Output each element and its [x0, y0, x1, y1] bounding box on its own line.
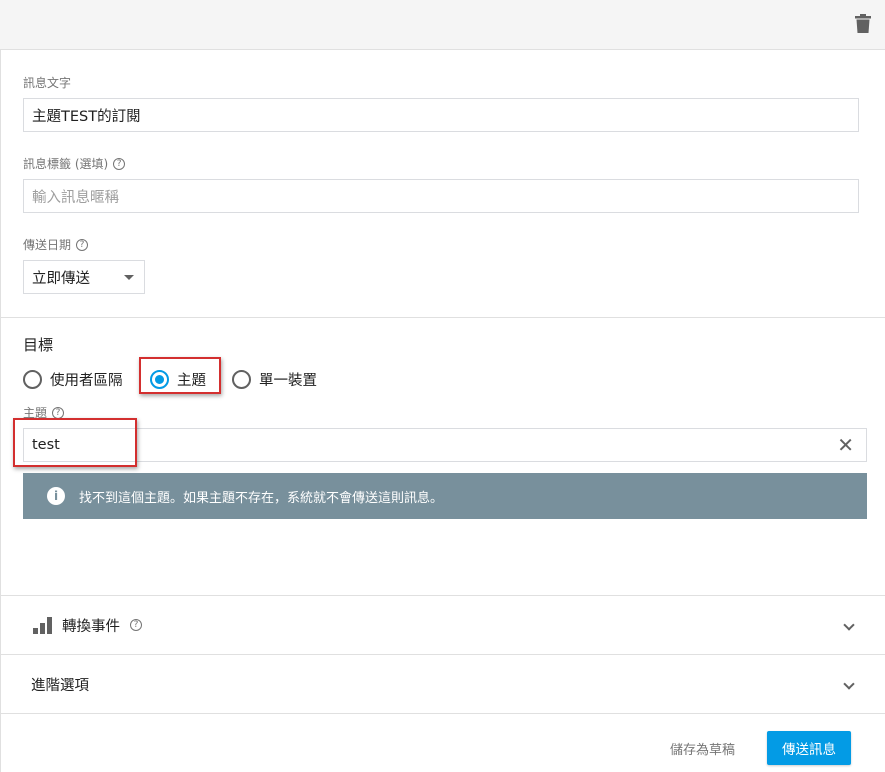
trash-icon[interactable] [855, 14, 871, 34]
caret-down-icon [124, 274, 134, 280]
conversion-events-expander[interactable]: 轉換事件 ? [0, 596, 885, 654]
radio-icon[interactable] [23, 370, 42, 389]
conversion-events-header: 轉換事件 ? [33, 615, 142, 636]
divider [0, 713, 885, 714]
topic-input[interactable]: test ✕ [23, 428, 867, 462]
radio-single-device[interactable]: 單一裝置 [232, 369, 317, 390]
highlight-box-topic-input [13, 418, 137, 467]
highlight-box-topic-radio [139, 357, 221, 394]
message-label-label: 訊息標籤 (選填) ? [23, 155, 126, 172]
send-date-label: 傳送日期 ? [23, 236, 89, 253]
help-icon[interactable]: ? [76, 238, 89, 251]
message-label-input[interactable]: 輸入訊息暱稱 [23, 179, 859, 213]
top-bar [0, 0, 885, 50]
message-text-label: 訊息文字 [23, 76, 72, 90]
save-draft-button[interactable]: 儲存為草稿 [670, 739, 735, 758]
warning-banner: i 找不到這個主題。如果主題不存在，系統就不會傳送這則訊息。 [23, 473, 867, 519]
divider [0, 317, 885, 318]
advanced-options-expander[interactable]: 進階選項 [0, 655, 885, 713]
chevron-down-icon[interactable] [843, 678, 855, 690]
radio-icon[interactable] [232, 370, 251, 389]
target-title: 目標 [23, 336, 54, 354]
radio-user-segment[interactable]: 使用者區隔 [23, 369, 123, 390]
send-message-button[interactable]: 傳送訊息 [767, 731, 851, 765]
chevron-down-icon[interactable] [843, 619, 855, 631]
help-icon[interactable]: ? [130, 619, 142, 631]
info-icon: i [47, 487, 65, 505]
help-icon[interactable]: ? [52, 406, 65, 419]
message-text-input[interactable]: 主題TEST的訂閱 [23, 98, 859, 132]
help-icon[interactable]: ? [113, 157, 126, 170]
close-icon[interactable]: ✕ [837, 435, 854, 455]
bar-chart-icon [33, 616, 52, 634]
send-date-select[interactable]: 立即傳送 [23, 260, 145, 294]
